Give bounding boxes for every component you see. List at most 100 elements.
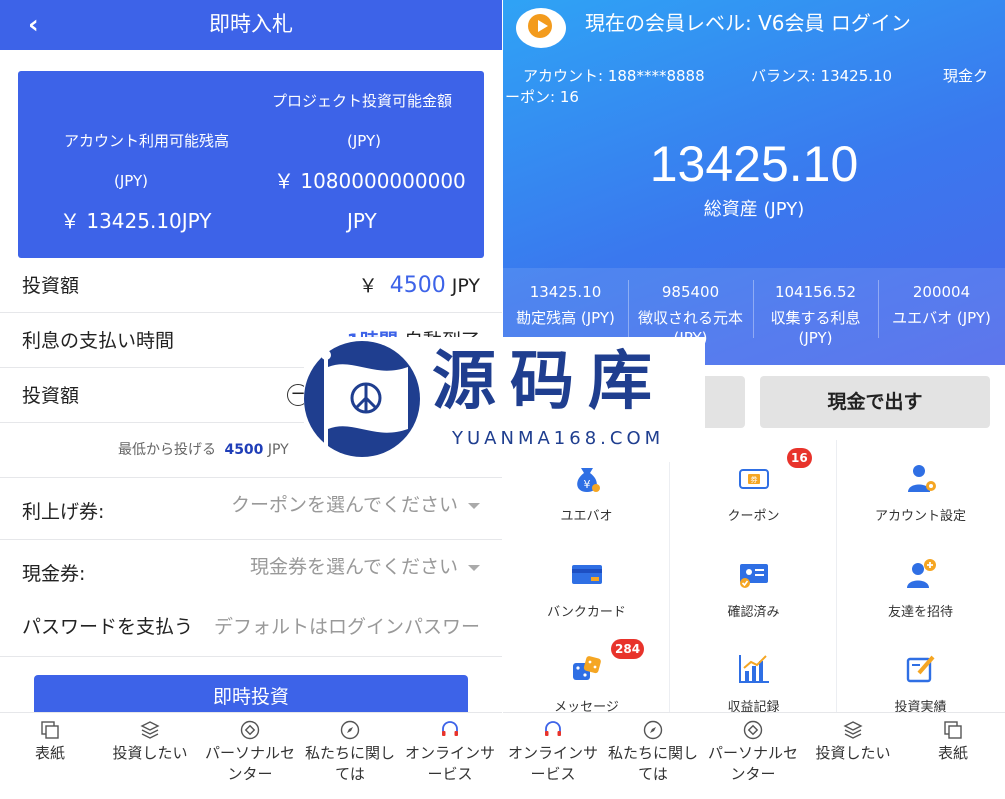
bank-card-icon <box>572 565 602 584</box>
user-circle-icon <box>240 720 260 740</box>
member-hero: 現在の会員レベル: V6会員 ログイン アカウント: 188****8888 バ… <box>503 0 1005 365</box>
home-icon <box>944 721 962 739</box>
project-available-label: プロジェクト投資可能金額 <box>272 92 453 110</box>
tab-label: オンラインサービス <box>404 744 495 783</box>
cash-coupon-label: 現金券: <box>22 563 86 585</box>
brand-logo <box>516 8 566 48</box>
project-currency: (JPY) <box>347 132 382 150</box>
dice-message-icon <box>573 656 601 680</box>
compass-icon <box>643 720 663 740</box>
tab-invest[interactable]: 投資したい <box>803 713 903 799</box>
grid-item-account-settings[interactable]: アカウント設定 <box>837 446 1004 542</box>
withdraw-button[interactable]: 現金で出す <box>760 376 990 428</box>
amount-number: 4500 <box>389 273 446 298</box>
grid-label: アカウント設定 <box>874 509 966 524</box>
grid-item-verified[interactable]: 確認済み <box>670 542 837 638</box>
user-circle-icon <box>743 720 763 740</box>
invite-friend-icon <box>907 559 936 588</box>
svg-text:¥: ¥ <box>584 478 591 491</box>
account-settings-icon <box>908 465 936 492</box>
stat-yuebao: 200004 ユエバオ (JPY) <box>878 268 1005 365</box>
tab-label: 投資したい <box>815 744 891 762</box>
account-text: アカウント: 188****8888 <box>523 67 705 85</box>
minimum-value: 4500 <box>224 442 264 458</box>
currency-symbol: ￥ <box>358 275 378 297</box>
tab-label: パーソナルセンター <box>204 744 295 783</box>
tab-label: 表紙 <box>937 744 968 762</box>
left-header: ‹ 即時入札 <box>0 0 502 50</box>
tab-label: 表紙 <box>34 744 65 762</box>
tab-label: オンラインサービス <box>507 744 598 783</box>
watermark-subtitle: YUANMA168.COM <box>452 428 665 449</box>
stat-value: 985400 <box>661 283 720 301</box>
interest-time-label: 利息の支払い時間 <box>22 330 175 352</box>
boost-coupon-label: 利上げ券: <box>22 501 105 523</box>
total-assets-value: 13425.10 <box>649 136 859 192</box>
tab-about-us[interactable]: 私たちに関しては <box>603 713 703 799</box>
money-bag-icon: ¥ <box>577 468 600 492</box>
watermark-overlay: 源码库 YUANMA168.COM <box>304 337 705 462</box>
grid-label: 友達を招待 <box>887 605 953 620</box>
right-tabbar: オンラインサービス 私たちに関しては パーソナルセンター 投資したい 表紙 <box>503 712 1005 799</box>
minimum-unit: JPY <box>267 442 289 458</box>
cash-coupon-text: 現金ク <box>943 67 989 85</box>
layers-icon <box>843 721 863 739</box>
tab-personal-center[interactable]: パーソナルセンター <box>703 713 803 799</box>
boost-coupon-placeholder: クーポンを選んでください <box>230 494 458 516</box>
member-level-text[interactable]: 現在の会員レベル: V6会員 ログイン <box>585 10 911 36</box>
stat-value: 104156.52 <box>774 283 857 301</box>
flag-peace-icon <box>304 341 420 457</box>
caret-down-icon <box>468 564 480 571</box>
tab-online-service[interactable]: オンラインサービス <box>503 713 603 799</box>
headset-icon <box>545 721 561 736</box>
tab-invest[interactable]: 投資したい <box>100 713 200 799</box>
account-available-value: ￥ 13425.10JPY <box>60 209 212 233</box>
home-icon <box>41 721 59 739</box>
balance-card: プロジェクト投資可能金額 アカウント利用可能残高 (JPY) (JPY) ￥ 1… <box>18 71 484 258</box>
grid-label: ユエバオ <box>560 509 613 524</box>
message-badge: 284 <box>611 639 645 659</box>
tab-home[interactable]: 表紙 <box>903 713 1003 799</box>
grid-item-invite-friend[interactable]: 友達を招待 <box>837 542 1004 638</box>
tab-label: 私たちに関しては <box>304 744 395 783</box>
watermark-title: 源码库 <box>432 345 666 419</box>
cash-coupon-count: ーポン: 16 <box>505 88 579 106</box>
coupon-icon: 券 <box>739 469 769 489</box>
boost-coupon-select[interactable]: クーポンを選んでください <box>231 492 480 518</box>
balance-text: バランス: 13425.10 <box>751 67 893 85</box>
tab-label: パーソナルセンター <box>707 744 798 783</box>
project-unit: JPY <box>347 209 377 233</box>
caret-down-icon <box>468 502 480 509</box>
account-available-label: アカウント利用可能残高 <box>64 132 230 150</box>
headset-icon <box>442 721 458 736</box>
svg-text:券: 券 <box>751 475 758 484</box>
chart-icon <box>739 655 769 683</box>
play-icon <box>538 20 548 32</box>
tab-label: 私たちに関しては <box>607 744 698 783</box>
stat-label: 収集する利息 (JPY) <box>770 309 861 347</box>
stepper-label: 投資額 <box>22 385 80 407</box>
coupon-badge: 16 <box>787 448 812 468</box>
left-tabbar: 表紙 投資したい パーソナルセンター 私たちに関しては オンラインサービス <box>0 712 502 799</box>
boost-coupon-row[interactable]: 利上げ券: クーポンを選んでください <box>0 484 502 540</box>
cash-coupon-select[interactable]: 現金券を選んでください <box>250 554 480 580</box>
project-available-value: ￥ 1080000000000 <box>274 169 466 193</box>
stat-value: 200004 <box>912 283 971 301</box>
stat-value: 13425.10 <box>529 283 602 301</box>
cash-coupon-row[interactable]: 現金券: 現金券を選んでください <box>0 546 502 602</box>
investment-amount-label: 投資額 <box>22 275 80 297</box>
tab-online-service[interactable]: オンラインサービス <box>400 713 500 799</box>
minimum-text: 最低から投げる 4500 JPY <box>118 440 289 460</box>
grid-item-bank-card[interactable]: バンクカード <box>503 542 670 638</box>
payment-password-input[interactable]: デフォルトはログインパスワー <box>214 614 480 640</box>
tab-personal-center[interactable]: パーソナルセンター <box>200 713 300 799</box>
total-assets-label: 総資産 (JPY) <box>703 199 805 220</box>
grid-label: クーポン <box>727 509 780 524</box>
payment-password-label: パスワードを支払う <box>22 616 194 638</box>
stat-label: ユエバオ (JPY) <box>892 309 991 327</box>
account-currency: (JPY) <box>114 172 149 190</box>
tab-about-us[interactable]: 私たちに関しては <box>300 713 400 799</box>
grid-label: バンクカード <box>547 605 626 620</box>
tab-home[interactable]: 表紙 <box>0 713 100 799</box>
verified-card-icon <box>740 564 768 588</box>
